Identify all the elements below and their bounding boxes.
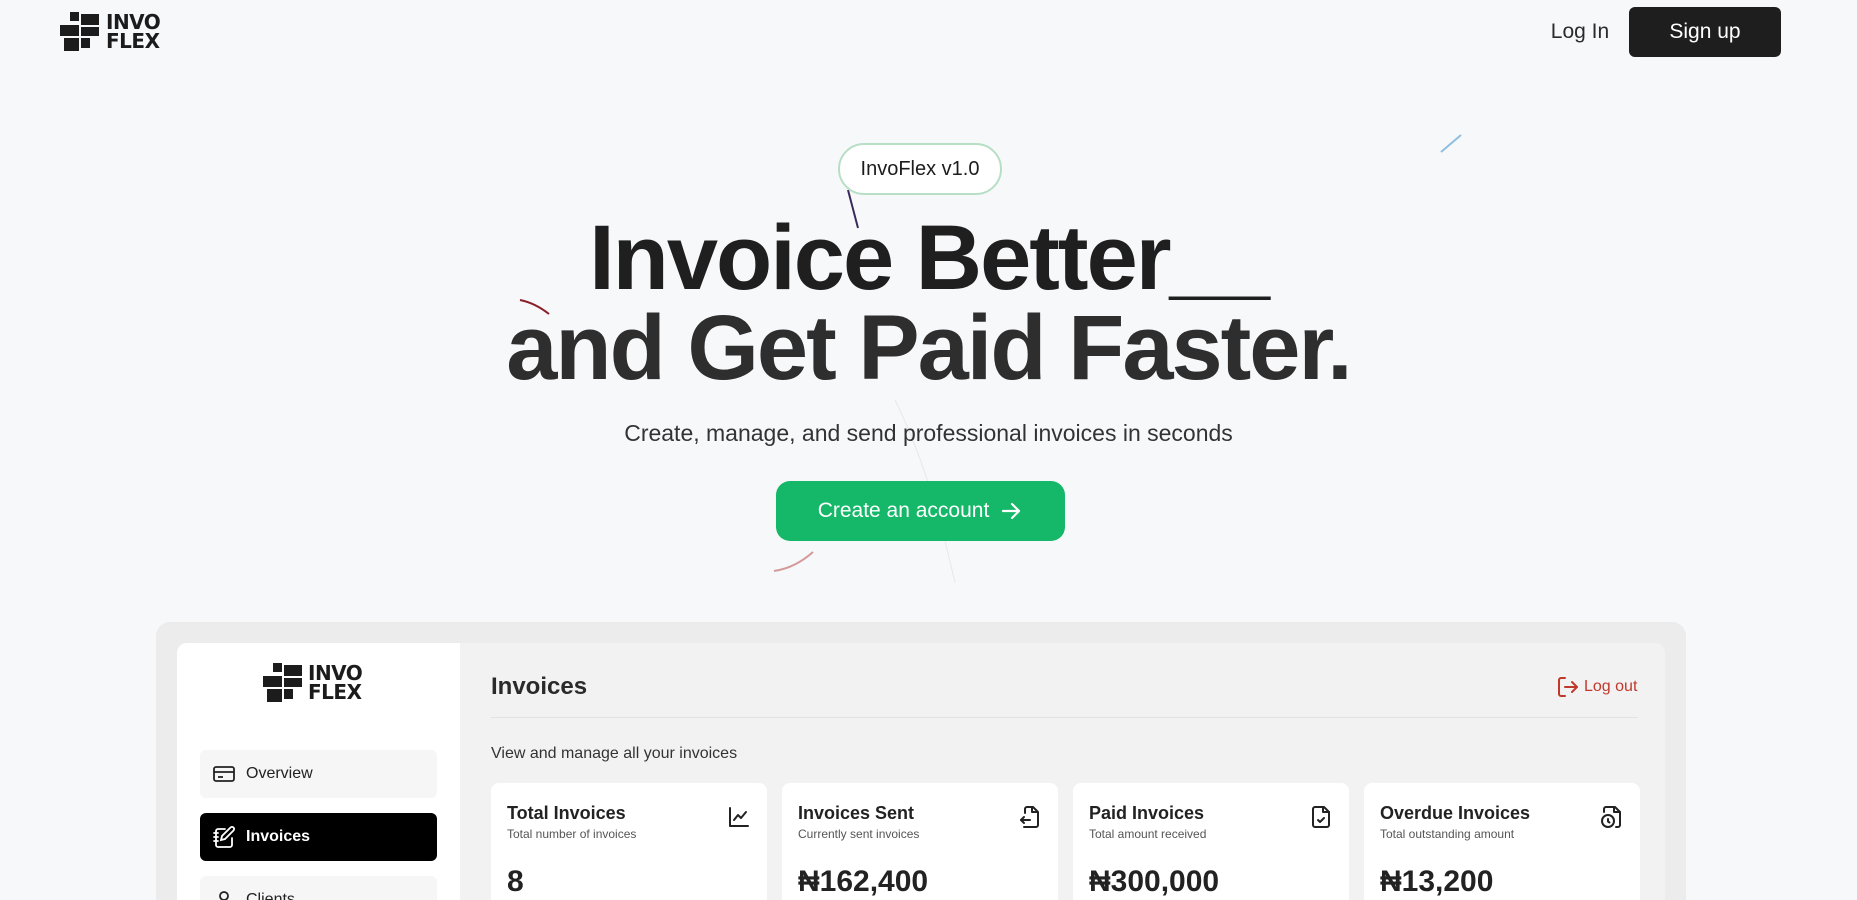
card-title: Invoices Sent <box>798 803 915 823</box>
create-account-button[interactable]: Create an account <box>776 481 1065 541</box>
stat-card-paid-invoices[interactable]: Paid Invoices Total amount received ₦300… <box>1073 783 1349 900</box>
dashboard-preview: INVO FLEX Overview Invoices Clients Invo… <box>177 643 1665 900</box>
brand-logo[interactable]: INVO FLEX <box>60 12 161 53</box>
card-description: Total outstanding amount <box>1380 827 1515 841</box>
notebook-pen-icon <box>213 826 235 848</box>
dashboard-main: Invoices Log out View and manage all you… <box>460 643 1665 900</box>
top-nav: INVO FLEX Log In Sign up <box>0 0 1857 64</box>
credit-card-icon <box>213 766 235 782</box>
card-value: ₦300,000 <box>1089 865 1220 898</box>
sidebar-item-label: Invoices <box>246 828 311 845</box>
logo-mark-icon <box>263 663 302 702</box>
card-title: Overdue Invoices <box>1380 803 1531 823</box>
file-clock-icon <box>1601 806 1621 828</box>
sidebar-item-label: Clients <box>246 891 295 900</box>
user-icon <box>219 891 229 900</box>
card-description: Currently sent invoices <box>798 827 920 841</box>
dashboard-sidebar: INVO FLEX Overview Invoices Clients <box>177 643 460 900</box>
sidebar-item-overview[interactable]: Overview <box>200 750 437 798</box>
sidebar-logo[interactable]: INVO FLEX <box>263 663 363 704</box>
card-description: Total number of invoices <box>507 827 637 841</box>
hero-subtitle: Create, manage, and send professional in… <box>624 420 1233 446</box>
headline-line-2: and Get Paid Faster. <box>506 297 1353 399</box>
card-value: 8 <box>507 865 524 898</box>
sidebar-wordmark: INVO FLEX <box>308 663 363 704</box>
login-link[interactable]: Log In <box>1540 8 1620 56</box>
create-account-label: Create an account <box>817 499 990 522</box>
card-value: ₦13,200 <box>1380 865 1494 898</box>
headline-line-1: Invoice Better__ <box>589 207 1270 309</box>
version-badge: InvoFlex v1.0 <box>838 143 1002 195</box>
logo-mark-icon <box>60 12 99 51</box>
logout-icon <box>1558 677 1578 697</box>
hero-headline: Invoice Better__ and Get Paid Faster. <box>0 207 1857 399</box>
stat-card-total-invoices[interactable]: Total Invoices Total number of invoices … <box>491 783 767 900</box>
file-export-icon <box>1020 806 1039 828</box>
brand-line-2: FLEX <box>308 680 362 704</box>
brand-wordmark: INVO FLEX <box>106 12 161 53</box>
stat-card-invoices-sent[interactable]: Invoices Sent Currently sent invoices ₦1… <box>782 783 1058 900</box>
card-description: Total amount received <box>1089 827 1207 841</box>
sidebar-item-invoices[interactable]: Invoices <box>200 813 437 861</box>
card-value: ₦162,400 <box>798 865 929 898</box>
sidebar-item-label: Overview <box>246 765 313 782</box>
logout-button[interactable]: Log out <box>1556 675 1637 699</box>
line-chart-icon <box>729 807 749 827</box>
stat-card-overdue-invoices[interactable]: Overdue Invoices Total outstanding amoun… <box>1364 783 1640 900</box>
file-check-icon <box>1312 806 1330 828</box>
sidebar-item-clients[interactable]: Clients <box>200 876 437 900</box>
arrow-right-icon <box>1002 502 1021 520</box>
header-divider <box>491 717 1638 718</box>
logout-label: Log out <box>1584 678 1638 695</box>
card-title: Total Invoices <box>507 803 626 823</box>
brand-line-2: FLEX <box>106 29 160 53</box>
page-title: Invoices <box>491 673 588 700</box>
signup-button[interactable]: Sign up <box>1629 7 1781 57</box>
page-subtitle: View and manage all your invoices <box>491 745 738 762</box>
card-title: Paid Invoices <box>1089 803 1205 823</box>
